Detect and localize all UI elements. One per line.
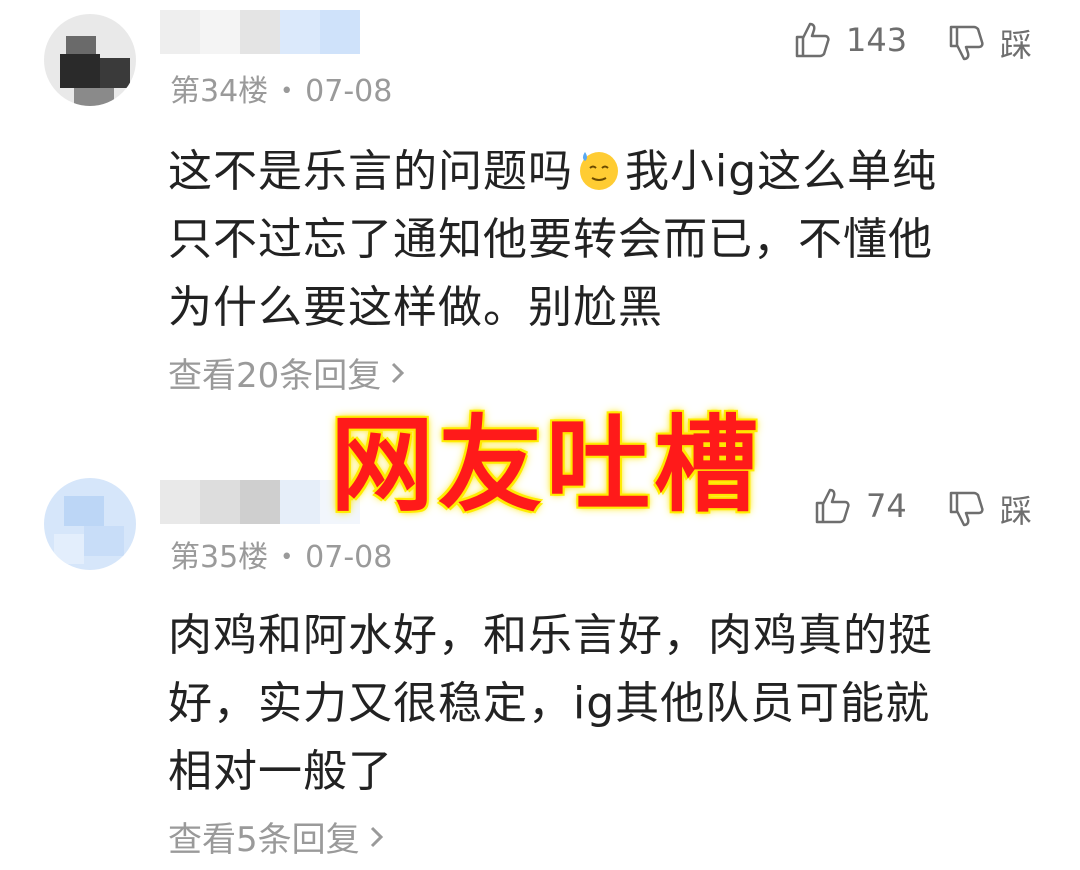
separator-dot: • xyxy=(280,79,294,104)
thumbs-up-icon xyxy=(815,488,850,524)
replies-label: 查看5条回复 xyxy=(168,820,360,860)
comment-meta: 第34楼 • 07-08 xyxy=(170,66,392,110)
like-button[interactable]: 74 xyxy=(812,486,907,526)
comment-body: 肉鸡和阿水好，和乐言好，肉鸡真的挺 好，实力又很稳定，ig其他队员可能就 相对一… xyxy=(168,602,1048,806)
dislike-button[interactable]: 踩 xyxy=(946,20,1032,66)
comment-line: 为什么要这样做。别尬黑 xyxy=(168,282,663,333)
thumbs-up-icon xyxy=(795,22,830,58)
dislike-label: 踩 xyxy=(1000,492,1033,530)
comment-line: 只不过忘了通知他要转会而已，不懂他 xyxy=(168,214,933,265)
comment-34: 第34楼 • 07-08 143 踩 这不是乐言的问题吗 我小ig这么单纯 只不过忘了… xyxy=(0,0,1080,400)
dislike-label: 踩 xyxy=(1000,26,1033,64)
comment-meta: 第35楼 • 07-08 xyxy=(170,532,392,576)
avatar[interactable] xyxy=(44,478,136,570)
username-blurred[interactable] xyxy=(160,10,360,54)
comment-line: 好，实力又很稳定，ig其他队员可能就 xyxy=(168,678,931,729)
like-count: 143 xyxy=(846,21,908,59)
overlay-caption: 网友吐槽 xyxy=(330,404,763,526)
like-button[interactable]: 143 xyxy=(792,20,907,60)
floor-number: 第35楼 xyxy=(170,540,269,575)
chevron-right-icon xyxy=(370,826,383,847)
comment-line: 肉鸡和阿水好，和乐言好，肉鸡真的挺 xyxy=(168,610,933,661)
separator-dot: • xyxy=(280,545,294,570)
like-count: 74 xyxy=(866,487,907,525)
comment-line: 这不是乐言的问题吗 我小ig这么单纯 xyxy=(168,146,938,197)
comment-body: 这不是乐言的问题吗 我小ig这么单纯 只不过忘了通知他要转会而已，不懂他 为什么要… xyxy=(168,138,1048,342)
floor-number: 第34楼 xyxy=(170,74,269,109)
sweat-smile-emoji xyxy=(580,152,618,190)
comment-line: 相对一般了 xyxy=(168,746,393,797)
comment-date: 07-08 xyxy=(305,74,393,109)
view-replies-link[interactable]: 查看5条回复 xyxy=(168,812,386,861)
avatar[interactable] xyxy=(44,14,136,106)
comment-date: 07-08 xyxy=(305,540,393,575)
thumbs-down-icon xyxy=(949,491,984,527)
thumbs-down-icon xyxy=(949,25,984,61)
dislike-button[interactable]: 踩 xyxy=(946,486,1032,532)
